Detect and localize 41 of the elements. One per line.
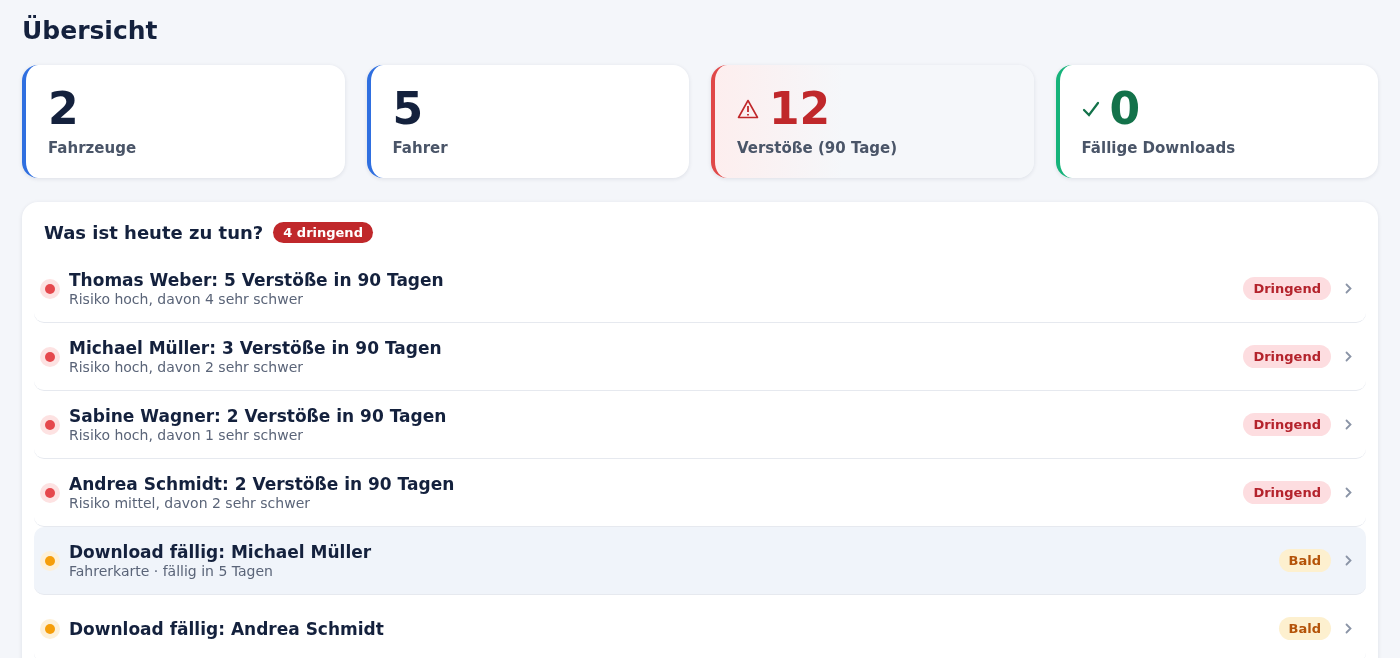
page-title: Übersicht [22,16,158,45]
panel-title: Was ist heute zu tun? [44,222,264,243]
task-item[interactable]: Download fällig: Andrea Schmidt Bald [34,595,1366,658]
stat-value: 2 [48,83,79,135]
task-title: Sabine Wagner: 2 Verstöße in 90 Tagen [69,406,448,426]
priority-tag: Dringend [1243,345,1331,368]
chevron-right-icon [1345,419,1352,430]
stat-label: Verstöße (90 Tage) [737,139,899,157]
stat-value: 0 [1109,83,1141,135]
stat-value: 12 [769,83,831,135]
task-title: Andrea Schmidt: 2 Verstöße in 90 Tagen [69,474,456,494]
task-title: Michael Müller: 3 Verstöße in 90 Tagen [69,338,443,358]
chevron-right-icon [1345,555,1352,566]
task-item[interactable]: Michael Müller: 3 Verstöße in 90 Tagen Risiko hoch, davon 2 sehr schwer Dringend [34,323,1366,391]
priority-tag: Dringend [1243,277,1331,300]
task-subtitle: Fahrerkarte · fällig in 5 Tagen [69,563,274,579]
task-item[interactable]: Sabine Wagner: 2 Verstöße in 90 Tagen Risiko hoch, davon 1 sehr schwer Dringend [34,391,1366,459]
priority-tag: Dringend [1243,481,1331,504]
check-icon [1081,100,1100,118]
task-item[interactable]: Thomas Weber: 5 Verstöße in 90 Tagen Risiko hoch, davon 4 sehr schwer Dringend [34,255,1366,323]
task-item[interactable]: Download fällig: Michael Müller Fahrerkarte · fällig in 5 Tagen Bald [34,527,1366,595]
task-subtitle: Risiko hoch, davon 4 sehr schwer [69,291,304,307]
priority-tag: Bald [1278,549,1331,572]
task-subtitle: Risiko hoch, davon 1 sehr schwer [69,427,304,443]
chevron-right-icon [1345,283,1352,294]
task-title: Thomas Weber: 5 Verstöße in 90 Tagen [69,270,445,290]
task-title: Download fällig: Andrea Schmidt [69,618,385,639]
priority-tag: Bald [1278,617,1331,640]
chevron-right-icon [1345,351,1352,362]
task-subtitle: Risiko mittel, davon 2 sehr schwer [69,495,311,511]
stat-value: 5 [392,83,424,135]
task-subtitle: Risiko hoch, davon 2 sehr schwer [69,359,304,375]
stat-label: Fahrzeuge [48,139,138,157]
warning-icon [737,99,759,119]
chevron-right-icon [1345,623,1352,634]
stat-label: Fällige Downloads [1081,139,1237,157]
urgent-count-badge: 4 dringend [273,222,373,243]
chevron-right-icon [1345,487,1352,498]
priority-tag: Dringend [1243,413,1331,436]
task-title: Download fällig: Michael Müller [69,542,373,562]
stat-label: Fahrer [392,139,449,157]
